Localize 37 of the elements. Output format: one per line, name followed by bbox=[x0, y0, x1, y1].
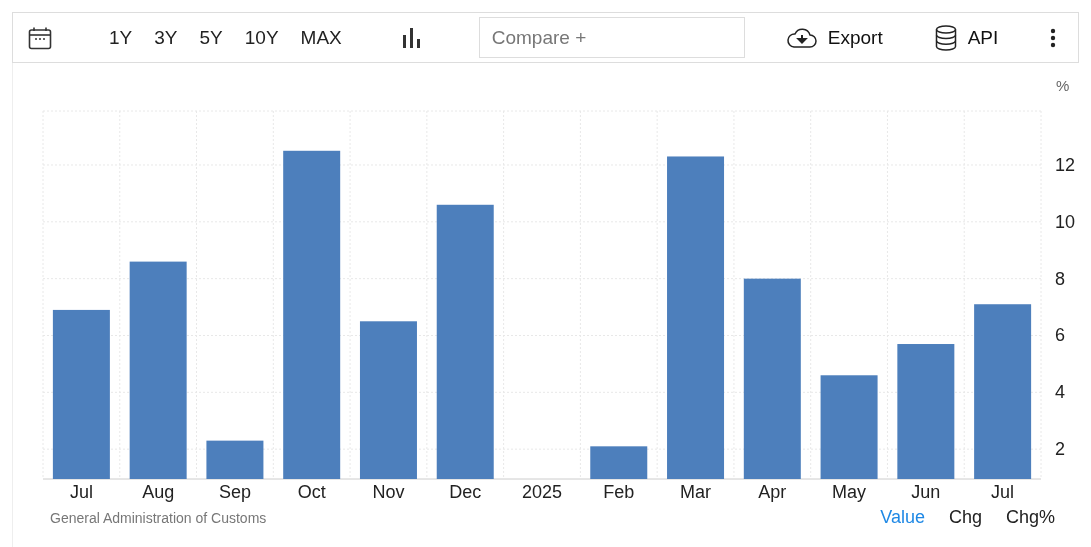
compare-field[interactable]: Compare + bbox=[478, 17, 745, 58]
x-tick-label: Mar bbox=[680, 482, 712, 502]
x-tick-label: Feb bbox=[603, 482, 635, 502]
x-tick-label: Jun bbox=[911, 482, 941, 502]
source-text: General Administration of Customs bbox=[50, 509, 267, 526]
x-tick-label: Oct bbox=[297, 482, 326, 502]
export-button[interactable]: Export bbox=[786, 26, 883, 49]
x-tick-label: May bbox=[832, 482, 867, 502]
unit-label: % bbox=[1056, 77, 1070, 94]
x-tick-label: Nov bbox=[372, 482, 405, 502]
view-tab[interactable]: Chg% bbox=[999, 507, 1061, 528]
x-tick-label: Jul bbox=[991, 482, 1015, 502]
range-button[interactable]: 10Y bbox=[233, 26, 290, 49]
x-tick-label: Jul bbox=[69, 482, 93, 502]
view-tab[interactable]: Value bbox=[874, 507, 931, 528]
x-tick-label: 2025 bbox=[522, 482, 562, 502]
range-button[interactable]: 5Y bbox=[188, 26, 234, 49]
range-button[interactable]: 3Y bbox=[143, 26, 189, 49]
y-tick-label: 6 bbox=[1055, 325, 1065, 346]
more-icon[interactable] bbox=[1050, 27, 1056, 48]
database-icon bbox=[934, 24, 957, 51]
api-button[interactable]: API bbox=[934, 24, 999, 51]
range-button[interactable]: 1Y bbox=[98, 26, 144, 49]
x-tick-label: Apr bbox=[758, 482, 787, 502]
x-tick-label: Dec bbox=[449, 482, 482, 502]
range-button[interactable]: MAX bbox=[289, 26, 353, 49]
bar-chart-icon[interactable] bbox=[401, 27, 420, 48]
view-tab[interactable]: Chg bbox=[942, 507, 988, 528]
y-tick-label: 8 bbox=[1055, 268, 1065, 289]
y-tick-label: 10 bbox=[1055, 211, 1076, 232]
y-tick-label: 12 bbox=[1055, 155, 1076, 175]
x-tick-label: Aug bbox=[142, 482, 175, 502]
y-tick-label: 2 bbox=[1055, 439, 1065, 460]
calendar-icon[interactable] bbox=[28, 25, 52, 50]
cloud-download-icon bbox=[786, 26, 817, 49]
x-tick-label: Sep bbox=[218, 482, 251, 502]
y-tick-label: 4 bbox=[1055, 382, 1065, 403]
